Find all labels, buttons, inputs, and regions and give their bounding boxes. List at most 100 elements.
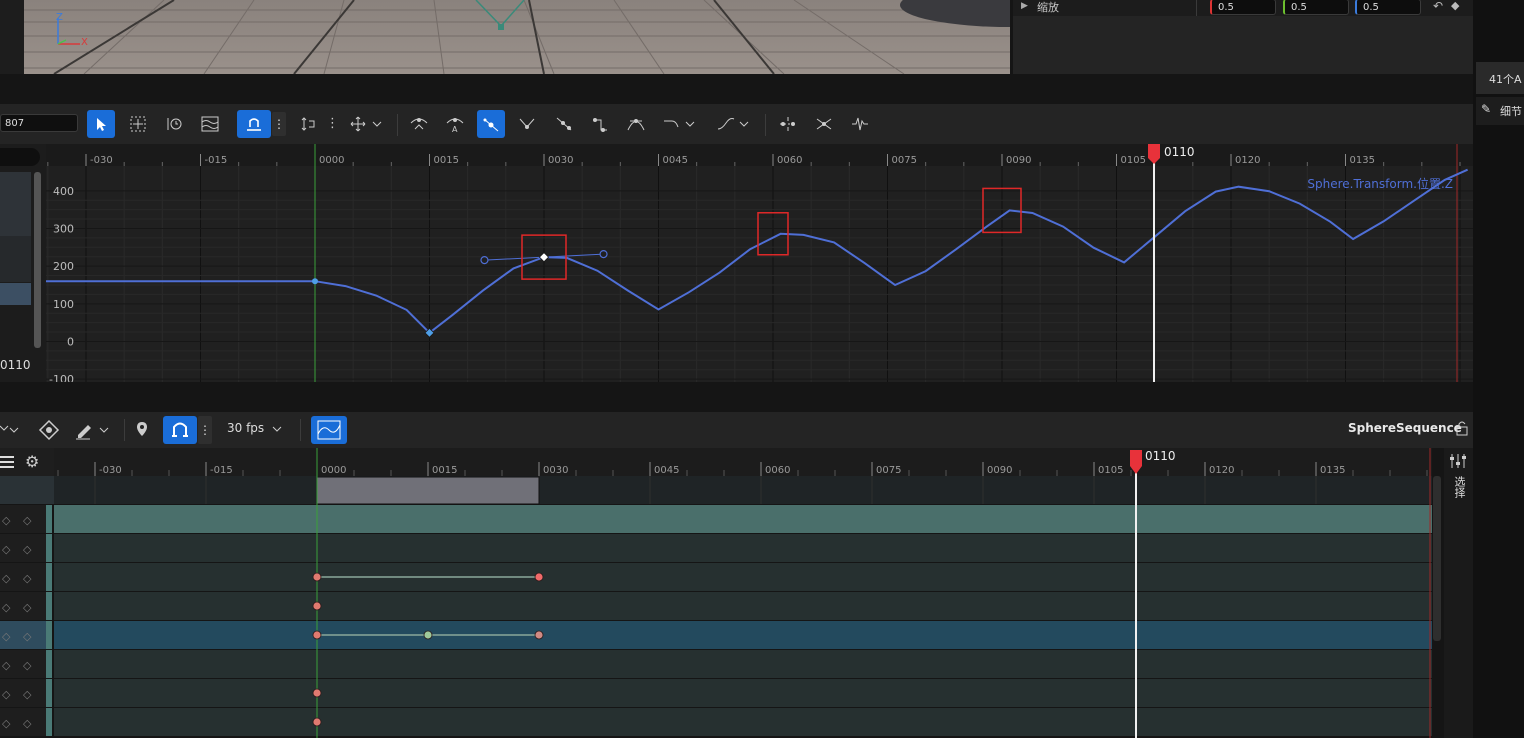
playhead-label: 0110 [1145, 449, 1176, 463]
curve-editor-toggle-button[interactable] [311, 416, 347, 444]
keyframe[interactable] [534, 630, 544, 640]
add-key-icon[interactable]: ◇ [2, 630, 11, 643]
scale-y-input[interactable]: 0.5 [1283, 0, 1349, 15]
viewport-floor[interactable] [24, 0, 1010, 74]
next-key-icon[interactable]: ◇ [23, 630, 32, 643]
y-axis-label: 300 [53, 222, 74, 235]
tangent-constant-button[interactable] [586, 110, 614, 138]
section-bar[interactable] [316, 476, 540, 505]
actor-count-tab[interactable]: 41个A [1476, 62, 1524, 94]
diamond-icon[interactable]: ◆ [1451, 0, 1459, 12]
curve-search-box[interactable] [0, 148, 40, 166]
flatten-keys-button[interactable] [774, 110, 802, 138]
next-key-icon[interactable]: ◇ [23, 601, 32, 614]
frame-input[interactable]: 807 [0, 114, 78, 132]
track-row[interactable] [54, 650, 1432, 678]
tree-item-selected[interactable] [0, 283, 31, 305]
add-key-icon[interactable]: ◇ [2, 688, 11, 701]
track-row[interactable] [54, 592, 1432, 620]
track-row[interactable] [54, 505, 1432, 533]
next-key-icon[interactable]: ◇ [23, 659, 32, 672]
tangent-linear-button[interactable] [550, 110, 578, 138]
add-key-icon[interactable]: ◇ [2, 717, 11, 730]
tangent-handle[interactable] [480, 256, 489, 265]
track-row[interactable] [54, 563, 1432, 591]
next-key-icon[interactable]: ◇ [23, 514, 32, 527]
y-axis-label: 200 [53, 260, 74, 273]
chevron-down-icon[interactable] [270, 422, 284, 436]
filter-dropdown[interactable] [0, 420, 20, 440]
fps-dropdown[interactable]: 30 fps [227, 421, 264, 435]
keyframe[interactable] [312, 688, 322, 698]
track-color-bar [46, 592, 52, 620]
keyframe[interactable] [312, 717, 322, 727]
add-key-icon[interactable]: ◇ [2, 514, 11, 527]
ruler-tick-label: 0075 [891, 155, 916, 166]
scale-z-input[interactable]: 0.5 [1355, 0, 1421, 15]
track-row[interactable] [54, 621, 1432, 649]
keyframe[interactable] [312, 601, 322, 611]
filter-button[interactable] [846, 110, 874, 138]
keyframe[interactable] [312, 630, 322, 640]
key-icon[interactable] [38, 419, 60, 441]
next-key-icon[interactable]: ◇ [23, 572, 32, 585]
details-tab[interactable]: ✎ 细节 [1476, 97, 1524, 125]
section-header[interactable] [0, 476, 54, 504]
expand-arrow-icon[interactable]: ▶ [1021, 1, 1028, 11]
select-tool-button[interactable] [87, 110, 115, 138]
keyframe[interactable] [534, 572, 544, 582]
tangent-smart-button[interactable] [477, 110, 505, 138]
next-key-icon[interactable]: ◇ [23, 717, 32, 730]
tangent-handle[interactable] [599, 250, 608, 259]
transform-tool-button[interactable] [124, 110, 152, 138]
tree-item[interactable] [0, 236, 31, 282]
add-key-icon[interactable]: ◇ [2, 659, 11, 672]
curve-key[interactable] [312, 278, 318, 285]
straighten-button[interactable] [810, 110, 838, 138]
lock-icon[interactable] [1455, 420, 1469, 436]
sliders-icon[interactable] [1448, 452, 1468, 470]
scale-x-input[interactable]: 0.5 [1210, 0, 1276, 15]
tangent-break-button[interactable] [513, 110, 541, 138]
snap-options-icon[interactable]: ⋮ [198, 416, 212, 444]
viewport-panel[interactable]: Z X [0, 0, 1010, 74]
tangent-user-button[interactable] [405, 110, 433, 138]
post-infinity-dropdown[interactable] [714, 110, 754, 138]
marker-icon[interactable] [134, 420, 150, 440]
sequencer-snap-button[interactable] [163, 416, 197, 444]
multi-scale-tool-button[interactable] [196, 110, 224, 138]
tangent-flatten-button[interactable] [622, 110, 650, 138]
add-key-icon[interactable]: ◇ [2, 543, 11, 556]
tree-item[interactable] [0, 172, 31, 236]
curve-graph-view[interactable]: -030 -015 0000 0015 0030 0045 0060 0075 0090 0105… [46, 144, 1473, 382]
axis-snap-button[interactable] [294, 110, 322, 138]
pre-infinity-dropdown[interactable] [660, 110, 700, 138]
snap-options-icon[interactable]: ⋮ [272, 112, 286, 136]
keyframe[interactable] [312, 572, 322, 582]
next-key-icon[interactable]: ◇ [23, 688, 32, 701]
edit-mode-dropdown[interactable] [74, 419, 114, 441]
add-key-icon[interactable]: ◇ [2, 601, 11, 614]
ruler-tick-label: 0060 [765, 465, 790, 476]
track-scrollbar[interactable] [1433, 476, 1441, 641]
ruler-tick-label: 0015 [433, 155, 458, 166]
more-options-icon[interactable]: ⋮ [326, 116, 339, 131]
ruler-tick-label: 0120 [1235, 155, 1260, 166]
ruler-tick-label: 0060 [777, 155, 802, 166]
move-tool-dropdown[interactable] [346, 110, 386, 138]
panel-splitter[interactable] [0, 382, 1473, 412]
tree-scrollbar[interactable] [34, 172, 41, 348]
reset-icon[interactable]: ↶ [1433, 0, 1443, 13]
tangent-auto-button[interactable]: A [441, 110, 469, 138]
track-row[interactable] [54, 708, 1432, 736]
keyframe[interactable] [423, 630, 433, 640]
track-row[interactable] [54, 679, 1432, 707]
track-row[interactable] [54, 534, 1432, 562]
snap-button[interactable] [237, 110, 271, 138]
next-key-icon[interactable]: ◇ [23, 543, 32, 556]
select-tab[interactable]: 选择 [1451, 476, 1467, 498]
section-track[interactable] [54, 476, 1432, 504]
sequencer-track-area[interactable]: ◇ ◇ ◇ ◇ ◇ ◇ ◇ ◇ ◇ ◇ ◇ ◇ ◇ ◇ ◇ ◇ -030 -015 0000 0015 0030 004… [0, 448, 1473, 738]
retime-tool-button[interactable] [160, 110, 188, 138]
add-key-icon[interactable]: ◇ [2, 572, 11, 585]
